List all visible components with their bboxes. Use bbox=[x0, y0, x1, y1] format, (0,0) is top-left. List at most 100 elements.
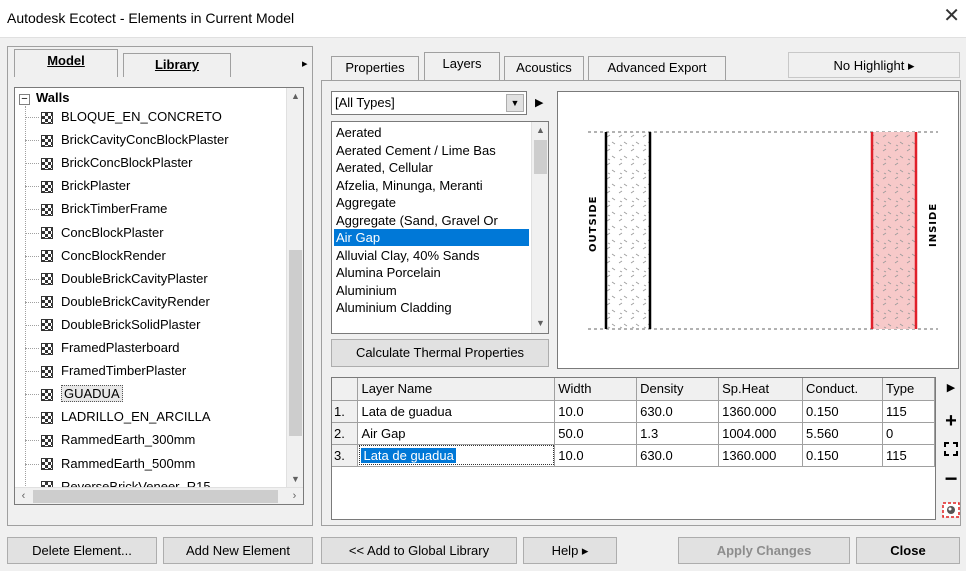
tab-layers[interactable]: Layers bbox=[424, 52, 500, 80]
tab-model[interactable]: Model bbox=[14, 49, 118, 77]
close-button[interactable]: Close bbox=[856, 537, 960, 564]
cell-layer-name[interactable]: Lata de guadua bbox=[357, 444, 556, 467]
tree-item[interactable]: BrickCavityConcBlockPlaster bbox=[25, 129, 229, 151]
cell-density[interactable]: 630.0 bbox=[636, 400, 720, 423]
material-type-list[interactable]: Aerated Aerated Cement / Lime Bas Aerated,… bbox=[331, 121, 549, 334]
close-window-icon[interactable]: ✕ bbox=[943, 6, 960, 26]
list-item[interactable]: Aerated, Cellular bbox=[334, 159, 529, 176]
add-layer-icon[interactable]: + bbox=[940, 410, 962, 433]
type-list-scrollbar[interactable]: ▲ ▼ bbox=[531, 122, 548, 333]
left-tabs-scroll-icon[interactable]: ▸ bbox=[302, 57, 308, 70]
list-item[interactable]: Aluminium Cladding bbox=[334, 299, 529, 316]
cell-sp-heat[interactable]: 1360.000 bbox=[718, 400, 804, 423]
apply-changes-button[interactable]: Apply Changes bbox=[678, 537, 850, 564]
col-header-type[interactable]: Type bbox=[882, 378, 936, 401]
material-swatch-icon bbox=[41, 411, 53, 424]
tree-item[interactable]: LADRILLO_EN_ARCILLA bbox=[25, 406, 211, 428]
add-new-element-button[interactable]: Add New Element bbox=[163, 537, 313, 564]
title-bar: Autodesk Ecotect - Elements in Current M… bbox=[0, 0, 966, 38]
list-item[interactable]: Alluvial Clay, 40% Sands bbox=[334, 247, 529, 264]
tab-acoustics[interactable]: Acoustics bbox=[504, 56, 584, 80]
table-menu-arrow-icon[interactable]: ▶ bbox=[940, 381, 962, 394]
cell-type[interactable]: 115 bbox=[882, 444, 936, 467]
tree-root-walls[interactable]: − Walls bbox=[19, 90, 69, 105]
tree-item[interactable]: BLOQUE_EN_CONCRETO bbox=[25, 106, 222, 128]
cell-conduct[interactable]: 0.150 bbox=[802, 444, 883, 467]
chevron-down-icon[interactable]: ▼ bbox=[506, 94, 524, 112]
tree-item[interactable]: BrickTimberFrame bbox=[25, 198, 167, 220]
cell-density[interactable]: 1.3 bbox=[636, 422, 720, 445]
list-item[interactable]: Aluminium bbox=[334, 282, 529, 299]
list-item[interactable]: Aggregate (Sand, Gravel Or bbox=[334, 212, 529, 229]
tree-item[interactable]: ConcBlockPlaster bbox=[25, 222, 164, 244]
cell-type[interactable]: 0 bbox=[882, 422, 936, 445]
tree-vertical-scrollbar[interactable]: ▲ ▼ bbox=[286, 88, 303, 488]
table-row[interactable]: 3. Lata de guadua 10.0 630.0 1360.000 0.… bbox=[332, 444, 936, 467]
type-list-scroll-thumb[interactable] bbox=[534, 140, 547, 174]
tree-connector bbox=[25, 255, 39, 257]
list-item[interactable]: Aerated bbox=[334, 124, 529, 141]
tree-item[interactable]: RammedEarth_300mm bbox=[25, 429, 195, 451]
cell-width[interactable]: 10.0 bbox=[554, 444, 638, 467]
tree-item[interactable]: DoubleBrickCavityPlaster bbox=[25, 268, 208, 290]
col-header-layer-name[interactable]: Layer Name bbox=[357, 378, 556, 401]
tree-item[interactable]: BrickConcBlockPlaster bbox=[25, 152, 193, 174]
material-library-icon[interactable] bbox=[940, 502, 962, 521]
type-filter-next-icon[interactable]: ▶ bbox=[535, 96, 543, 109]
cell-sp-heat[interactable]: 1004.000 bbox=[718, 422, 804, 445]
tree-item[interactable]: ConcBlockRender bbox=[25, 245, 166, 267]
col-header-conduct[interactable]: Conduct. bbox=[802, 378, 883, 401]
calculate-thermal-properties-button[interactable]: Calculate Thermal Properties bbox=[331, 339, 549, 367]
tree-item-label: FramedPlasterboard bbox=[61, 340, 180, 355]
list-item[interactable]: Air Gap bbox=[334, 229, 529, 246]
cell-width[interactable]: 10.0 bbox=[554, 400, 638, 423]
tab-properties[interactable]: Properties bbox=[331, 56, 419, 80]
delete-element-button[interactable]: Delete Element... bbox=[7, 537, 157, 564]
tab-advanced-export[interactable]: Advanced Export bbox=[588, 56, 726, 80]
list-item[interactable]: Afzelia, Minunga, Meranti bbox=[334, 177, 529, 194]
cell-conduct[interactable]: 5.560 bbox=[802, 422, 883, 445]
tree-scroll-thumb[interactable] bbox=[289, 250, 302, 436]
expand-icon[interactable] bbox=[940, 442, 962, 459]
tree-connector bbox=[25, 140, 39, 142]
list-item[interactable]: Aggregate bbox=[334, 194, 529, 211]
scroll-up-icon[interactable]: ▲ bbox=[532, 122, 548, 139]
col-header-sp-heat[interactable]: Sp.Heat bbox=[718, 378, 804, 401]
table-row[interactable]: 1. Lata de guadua 10.0 630.0 1360.000 0.… bbox=[332, 400, 936, 423]
scroll-left-icon[interactable]: ‹ bbox=[15, 488, 32, 504]
tree-item[interactable]: BrickPlaster bbox=[25, 175, 130, 197]
scroll-up-icon[interactable]: ▲ bbox=[287, 88, 303, 105]
table-row[interactable]: 2. Air Gap 50.0 1.3 1004.000 5.560 0 bbox=[332, 422, 936, 445]
cell-layer-name[interactable]: Lata de guadua bbox=[357, 400, 556, 423]
tree-item[interactable]: DoubleBrickSolidPlaster bbox=[25, 314, 200, 336]
tree-hscroll-thumb[interactable] bbox=[33, 490, 278, 503]
tree-item[interactable]: GUADUA bbox=[25, 383, 123, 405]
list-item[interactable]: Aerated Cement / Lime Bas bbox=[334, 142, 529, 159]
cell-type[interactable]: 115 bbox=[882, 400, 936, 423]
remove-layer-icon[interactable]: − bbox=[940, 468, 962, 490]
col-header-density[interactable]: Density bbox=[636, 378, 720, 401]
help-button[interactable]: Help ▸ bbox=[523, 537, 617, 564]
collapse-icon[interactable]: − bbox=[19, 94, 30, 105]
tab-library[interactable]: Library bbox=[123, 53, 231, 77]
tree-item[interactable]: DoubleBrickCavityRender bbox=[25, 291, 210, 313]
no-highlight-button[interactable]: No Highlight ▸ bbox=[788, 52, 960, 78]
type-filter-select[interactable]: [All Types] ▼ bbox=[331, 91, 527, 115]
layers-table[interactable]: Layer Name Width Density Sp.Heat Conduct… bbox=[331, 377, 936, 520]
cell-sp-heat[interactable]: 1360.000 bbox=[718, 444, 804, 467]
col-header-width[interactable]: Width bbox=[554, 378, 638, 401]
list-item[interactable]: Alumina Porcelain bbox=[334, 264, 529, 281]
cell-conduct[interactable]: 0.150 bbox=[802, 400, 883, 423]
cell-density[interactable]: 630.0 bbox=[636, 444, 720, 467]
tree-item[interactable]: FramedTimberPlaster bbox=[25, 360, 186, 382]
tree-horizontal-scrollbar[interactable]: ‹ › bbox=[15, 487, 303, 504]
add-to-global-library-button[interactable]: << Add to Global Library bbox=[321, 537, 517, 564]
scroll-down-icon[interactable]: ▼ bbox=[287, 471, 303, 488]
tree-item[interactable]: RammedEarth_500mm bbox=[25, 453, 195, 475]
cell-width[interactable]: 50.0 bbox=[554, 422, 638, 445]
scroll-down-icon[interactable]: ▼ bbox=[532, 315, 548, 332]
tree-item[interactable]: FramedPlasterboard bbox=[25, 337, 180, 359]
element-tree[interactable]: − Walls BLOQUE_EN_CONCRETO BrickCavityConc… bbox=[14, 87, 304, 505]
scroll-right-icon[interactable]: › bbox=[286, 488, 303, 504]
cell-layer-name[interactable]: Air Gap bbox=[357, 422, 556, 445]
